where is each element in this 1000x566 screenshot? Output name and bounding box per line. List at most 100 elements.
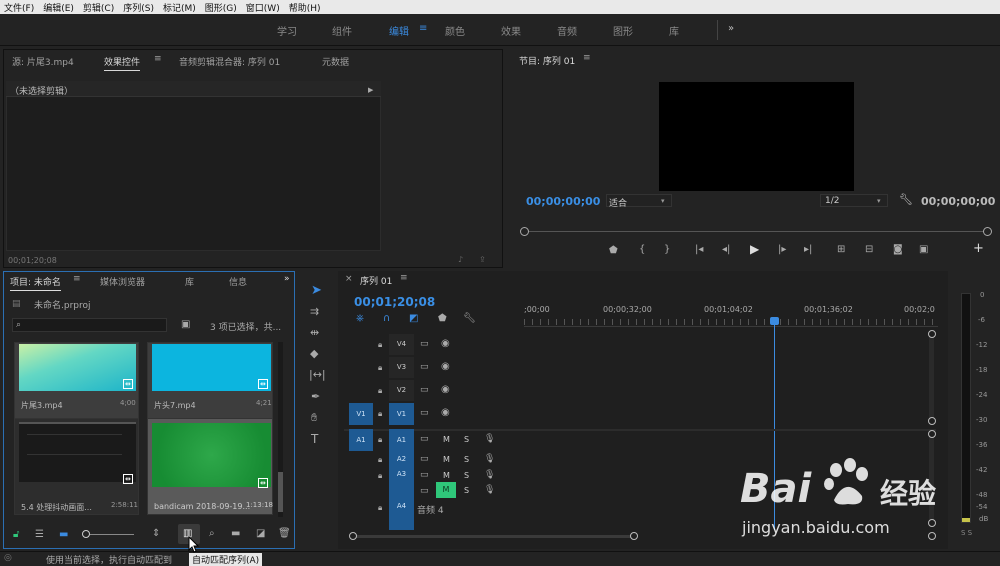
panel-overflow-icon[interactable]: » [284,274,290,284]
project-item[interactable]: ⇹ 5.4 处理抖动画面... 2:58:11 [14,418,139,515]
menu-edit[interactable]: 编辑(E) [43,1,74,14]
pen-tool-icon[interactable]: ✒ [311,391,320,402]
add-marker-icon[interactable]: ⬟ [438,314,447,324]
find-icon[interactable]: ⌕ [209,529,215,539]
solo-button[interactable]: S [464,486,469,495]
zoom-slider-handle[interactable] [82,530,90,538]
video-track-scrollbar[interactable] [929,331,934,421]
mute-button[interactable]: M [443,471,450,480]
tab-project-menu-icon[interactable]: ≡ [73,274,81,284]
lift-icon[interactable]: ⊞ [837,245,845,255]
program-scrub-bar[interactable] [525,231,985,232]
program-timecode[interactable]: 00;00;00;00 [526,195,600,208]
razor-tool-icon[interactable]: ◆ [310,348,318,359]
workspace-libraries[interactable]: 库 [669,23,679,38]
scroll-handle[interactable] [928,430,936,438]
scroll-handle[interactable] [349,532,357,540]
step-back-icon[interactable]: ◂| [722,245,730,255]
project-item[interactable]: ⇹ bandicam 2018-09-19... 1:13:18 [147,418,273,515]
slip-tool-icon[interactable]: |↔| [309,369,326,380]
menu-graphics[interactable]: 图形(G) [205,1,237,14]
time-ruler[interactable] [524,319,936,325]
scrub-end-handle[interactable] [983,227,992,236]
workspace-effects[interactable]: 效果 [501,23,521,38]
toggle-sync-icon[interactable]: ▭ [420,385,429,395]
menu-window[interactable]: 窗口(W) [246,1,280,14]
tab-source[interactable]: 源: 片尾3.mp4 [12,55,74,68]
compare-view-icon[interactable]: ▣ [919,245,928,255]
sort-icon[interactable]: ⇕ [152,529,160,539]
timeline-h-scrollbar[interactable] [352,535,632,538]
scrub-start-handle[interactable] [520,227,529,236]
workspace-overflow-icon[interactable]: » [728,23,734,34]
microphone-icon[interactable]: 🎙︎ [484,470,495,480]
workspace-learning[interactable]: 学习 [277,23,297,38]
workspace-assembly[interactable]: 组件 [332,23,352,38]
tab-metadata[interactable]: 元数据 [322,55,349,68]
lock-icon[interactable]: 🔒︎ [378,435,382,445]
toggle-sync-icon[interactable]: ▭ [420,454,429,464]
lock-icon[interactable]: 🔒︎ [378,409,382,419]
workspace-editing[interactable]: 编辑 [389,23,409,38]
menu-file[interactable]: 文件(F) [4,1,34,14]
tab-effect-controls[interactable]: 效果控件 [104,55,141,71]
toggle-sync-icon[interactable]: ▭ [420,486,429,496]
new-bin-icon[interactable]: ▣ [181,320,190,330]
ripple-edit-tool-icon[interactable]: ⇹ [310,327,319,338]
toggle-sync-icon[interactable]: ▭ [420,470,429,480]
tab-audio-clip-mixer[interactable]: 音频剪辑混合器: 序列 01 [179,55,280,68]
audio-output-icon[interactable]: ♪ [458,255,463,265]
selection-tool-icon[interactable]: ➤ [311,284,322,297]
tab-menu-icon[interactable]: ≡ [154,54,162,64]
folder-icon[interactable]: ▬ [231,529,240,539]
menu-help[interactable]: 帮助(H) [289,1,321,14]
tab-project[interactable]: 项目: 未命名 [10,275,61,291]
toggle-sync-icon[interactable]: ▭ [420,408,429,418]
source-patch-a1[interactable]: A1 [349,429,373,451]
tab-media-browser[interactable]: 媒体浏览器 [100,275,145,288]
zoom-slider[interactable] [84,534,134,535]
eye-icon[interactable]: ◉ [441,385,450,395]
lock-icon[interactable]: 🔓︎ [13,530,19,540]
microphone-icon[interactable]: 🎙︎ [484,485,495,495]
project-scrollbar[interactable] [278,342,283,517]
track-select-tool-icon[interactable]: ⇉ [310,306,319,317]
menu-clip[interactable]: 剪辑(C) [83,1,114,14]
solo-button[interactable]: S [464,471,469,480]
eye-icon[interactable]: ◉ [441,408,450,418]
lock-icon[interactable]: 🔒︎ [378,455,382,465]
tab-libraries[interactable]: 库 [185,275,194,288]
microphone-icon[interactable]: 🎙︎ [484,454,495,464]
track-label-v3[interactable]: V3 [389,357,414,378]
icon-view-icon[interactable]: ▬ [59,530,68,540]
snap-icon[interactable]: ∩ [383,314,390,324]
solo-button[interactable]: S [464,435,469,444]
scrollbar-thumb[interactable] [278,472,283,512]
play-icon[interactable]: ▶ [750,243,759,255]
go-to-in-icon[interactable]: |◂ [695,245,703,255]
lock-icon[interactable]: 🔒︎ [378,471,382,481]
trash-icon[interactable]: 🗑︎ [278,529,291,539]
new-item-icon[interactable]: ◪ [256,529,265,539]
list-view-icon[interactable]: ☰ [35,530,44,540]
lock-icon[interactable]: 🔒︎ [378,340,382,350]
eye-icon[interactable]: ◉ [441,362,450,372]
menu-marker[interactable]: 标记(M) [163,1,196,14]
timeline-timecode[interactable]: 00;01;20;08 [354,295,435,309]
toggle-sync-icon[interactable]: ▭ [420,339,429,349]
mark-in-icon[interactable]: { [639,245,645,255]
mute-button[interactable]: M [443,435,450,444]
step-forward-icon[interactable]: |▸ [778,245,786,255]
close-icon[interactable]: × [345,274,353,284]
wrench-icon[interactable]: 🔧︎ [899,194,913,205]
scroll-handle[interactable] [928,417,936,425]
playhead-handle[interactable] [770,317,779,325]
toggle-sync-icon[interactable]: ▭ [420,434,429,444]
track-label-a4[interactable]: A4 [389,482,414,530]
eye-icon[interactable]: ◉ [441,339,450,349]
project-search-input[interactable]: ⌕ [12,318,167,332]
track-label-a3[interactable]: A3 [389,467,414,482]
timeline-menu-icon[interactable]: ≡ [400,273,408,283]
fit-select[interactable]: 适合 ▾ [606,194,672,209]
export-icon[interactable]: ⇪ [479,255,486,265]
